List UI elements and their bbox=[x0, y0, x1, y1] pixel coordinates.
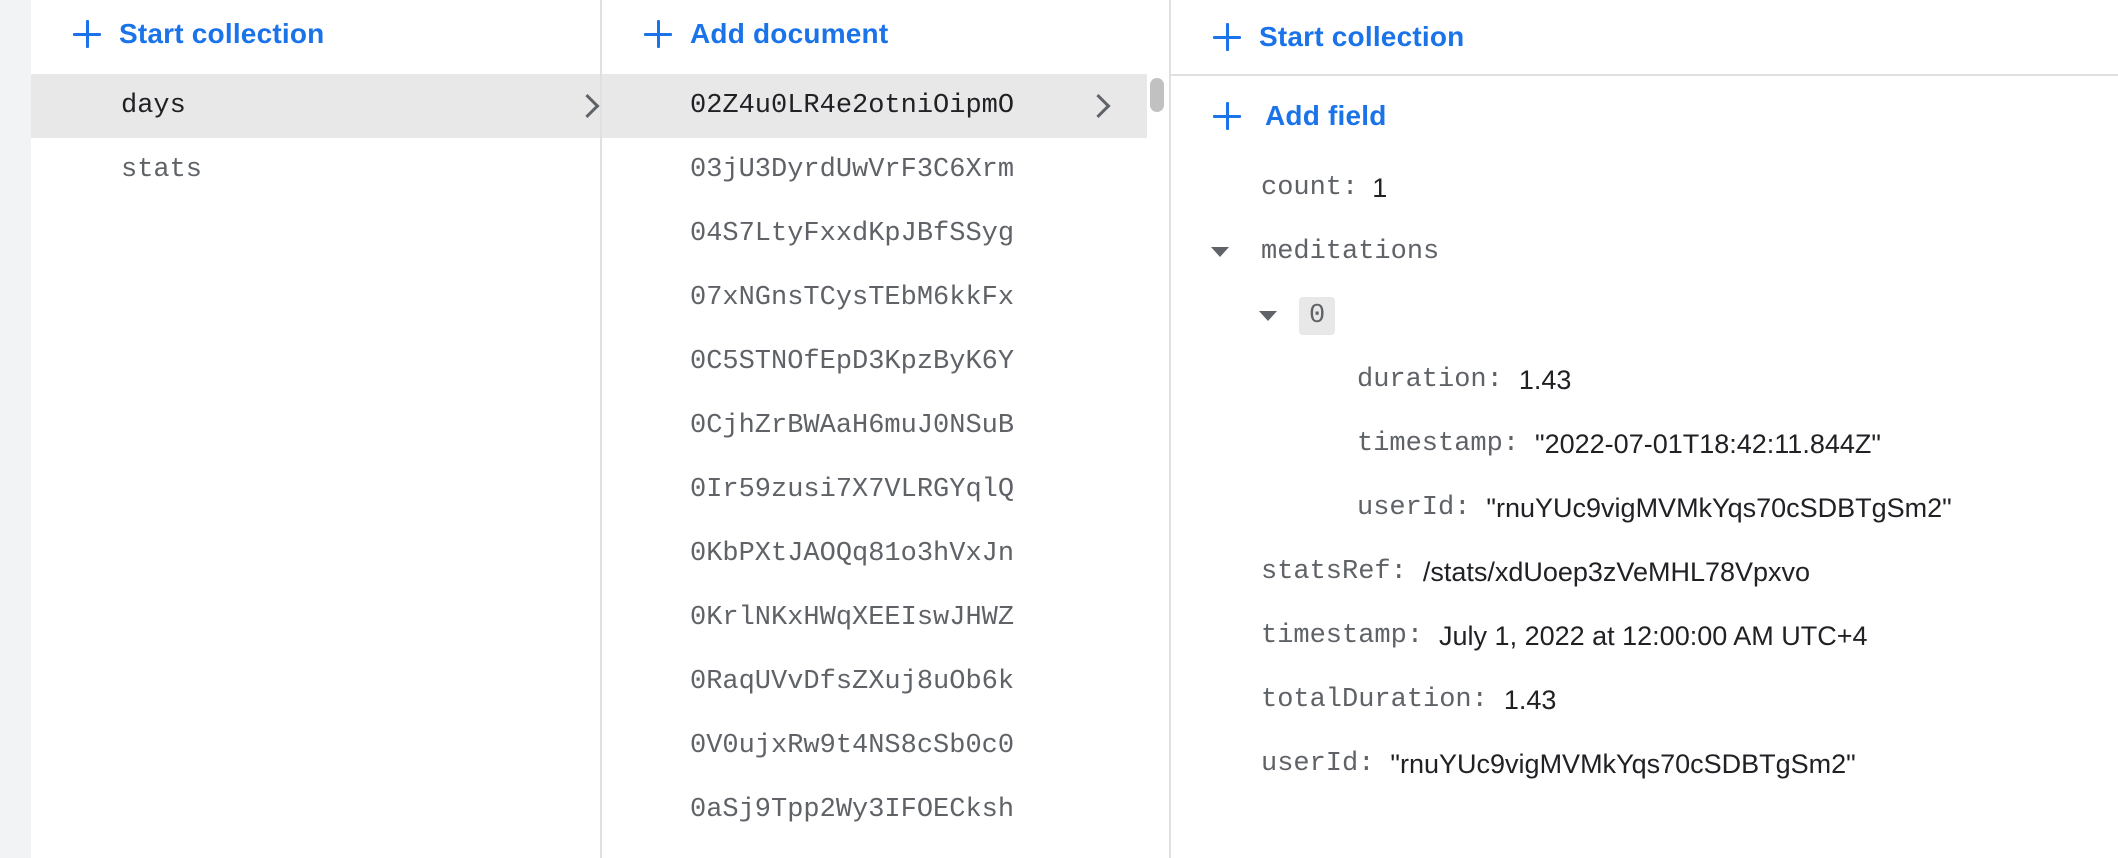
collection-list: days stats bbox=[31, 74, 600, 202]
field-key: userId: bbox=[1357, 493, 1471, 523]
field-timestamp-inner[interactable]: timestamp: "2022-07-01T18:42:11.844Z" bbox=[1357, 424, 1881, 464]
document-item[interactable]: 02Z4u0LR4e2otniOipmO bbox=[602, 74, 1147, 138]
add-document-label: Add document bbox=[690, 18, 889, 49]
field-key: statsRef: bbox=[1261, 557, 1407, 587]
document-id: 0V0ujxRw9t4NS8cSb0c0 bbox=[690, 731, 1015, 761]
document-id: 0KrlNKxHWqXEEIswJHWZ bbox=[690, 603, 1015, 633]
chevron-right-icon bbox=[575, 93, 600, 119]
field-meditations[interactable]: meditations bbox=[1211, 232, 1439, 272]
document-id: 0Ir59zusi7X7VLRGYqlQ bbox=[690, 475, 1015, 505]
plus-icon bbox=[642, 18, 674, 50]
document-id: 0RaqUVvDfsZXuj8uOb6k bbox=[690, 667, 1015, 697]
field-key: userId: bbox=[1261, 749, 1375, 779]
start-subcollection-button[interactable]: Start collection bbox=[1171, 0, 2118, 76]
field-key: timestamp: bbox=[1357, 429, 1520, 459]
field-key: duration: bbox=[1357, 365, 1503, 395]
document-id: 02Z4u0LR4e2otniOipmO bbox=[690, 91, 1015, 121]
document-item[interactable]: 07xNGnsTCysTEbM6kkFx bbox=[602, 266, 1147, 330]
document-id: 03jU3DyrdUwVrF3C6Xrm bbox=[690, 155, 1015, 185]
document-item[interactable]: 0Ir59zusi7X7VLRGYqlQ bbox=[602, 458, 1147, 522]
scrollbar-thumb[interactable] bbox=[1150, 78, 1164, 112]
document-id: 07xNGnsTCysTEbM6kkFx bbox=[690, 283, 1015, 313]
field-timestamp[interactable]: timestamp: July 1, 2022 at 12:00:00 AM U… bbox=[1261, 616, 1868, 656]
collections-panel: Start collection days stats bbox=[31, 0, 602, 858]
field-value: "rnuYUc9vigMVMkYqs70cSDBTgSm2" bbox=[1486, 492, 1952, 523]
field-totalduration[interactable]: totalDuration: 1.43 bbox=[1261, 680, 1556, 720]
document-list-scrollbar[interactable] bbox=[1147, 74, 1167, 858]
collection-item-days[interactable]: days bbox=[31, 74, 600, 138]
field-key: count: bbox=[1261, 173, 1359, 203]
field-userid[interactable]: userId: "rnuYUc9vigMVMkYqs70cSDBTgSm2" bbox=[1261, 744, 1856, 784]
document-item[interactable]: 0KbPXtJAOQq81o3hVxJn bbox=[602, 522, 1147, 586]
collection-item-label: stats bbox=[121, 155, 203, 185]
document-id: 0C5STNOfEpD3KpzByK6Y bbox=[690, 347, 1015, 377]
add-field-label: Add field bbox=[1265, 100, 1387, 131]
field-value: "2022-07-01T18:42:11.844Z" bbox=[1535, 428, 1881, 459]
document-list: 02Z4u0LR4e2otniOipmO 03jU3DyrdUwVrF3C6Xr… bbox=[602, 74, 1147, 842]
collection-item-label: days bbox=[121, 91, 186, 121]
field-value: 1.43 bbox=[1518, 364, 1572, 395]
document-id: 0CjhZrBWAaH6muJ0NSuB bbox=[690, 411, 1015, 441]
array-index-0[interactable]: 0 bbox=[1259, 296, 1336, 336]
field-value: "rnuYUc9vigMVMkYqs70cSDBTgSm2" bbox=[1390, 748, 1856, 779]
add-field-button[interactable]: Add field bbox=[1211, 86, 1387, 146]
field-value: 1.43 bbox=[1503, 684, 1557, 715]
document-id: 04S7LtyFxxdKpJBfSSyg bbox=[690, 219, 1015, 249]
document-item[interactable]: 0aSj9Tpp2Wy3IFOECksh bbox=[602, 778, 1147, 842]
document-id: 0aSj9Tpp2Wy3IFOECksh bbox=[690, 795, 1015, 825]
document-id: 0KbPXtJAOQq81o3hVxJn bbox=[690, 539, 1015, 569]
document-item[interactable]: 0RaqUVvDfsZXuj8uOb6k bbox=[602, 650, 1147, 714]
document-item[interactable]: 0C5STNOfEpD3KpzByK6Y bbox=[602, 330, 1147, 394]
plus-icon bbox=[71, 18, 103, 50]
field-value: July 1, 2022 at 12:00:00 AM UTC+4 bbox=[1439, 620, 1868, 651]
field-key: meditations bbox=[1261, 237, 1440, 267]
field-count[interactable]: count: 1 bbox=[1261, 168, 1387, 208]
document-item[interactable]: 04S7LtyFxxdKpJBfSSyg bbox=[602, 202, 1147, 266]
chevron-right-icon bbox=[1086, 93, 1111, 119]
plus-icon bbox=[1211, 100, 1243, 132]
field-key: timestamp: bbox=[1261, 621, 1424, 651]
firestore-data-viewer: Start collection days stats Add document… bbox=[0, 0, 2118, 858]
field-duration[interactable]: duration: 1.43 bbox=[1357, 360, 1571, 400]
field-value: /stats/xdUoep3zVeMHL78Vpxvo bbox=[1422, 556, 1811, 587]
document-item[interactable]: 03jU3DyrdUwVrF3C6Xrm bbox=[602, 138, 1147, 202]
field-key: totalDuration: bbox=[1261, 685, 1488, 715]
document-item[interactable]: 0V0ujxRw9t4NS8cSb0c0 bbox=[602, 714, 1147, 778]
document-item[interactable]: 0KrlNKxHWqXEEIswJHWZ bbox=[602, 586, 1147, 650]
collapse-triangle-icon[interactable] bbox=[1259, 311, 1277, 321]
field-value: 1 bbox=[1372, 172, 1388, 203]
document-item[interactable]: 0CjhZrBWAaH6muJ0NSuB bbox=[602, 394, 1147, 458]
start-collection-button[interactable]: Start collection bbox=[31, 0, 600, 68]
collection-item-stats[interactable]: stats bbox=[31, 138, 600, 202]
collapse-triangle-icon[interactable] bbox=[1211, 247, 1229, 257]
start-collection-label: Start collection bbox=[1259, 21, 1465, 52]
documents-panel: Add document 02Z4u0LR4e2otniOipmO 03jU3D… bbox=[602, 0, 1171, 858]
array-index-badge: 0 bbox=[1299, 297, 1336, 335]
document-panel: Start collection Add field count: 1 medi… bbox=[1171, 0, 2118, 858]
start-collection-label: Start collection bbox=[119, 18, 325, 49]
plus-icon bbox=[1211, 21, 1243, 53]
add-document-button[interactable]: Add document bbox=[602, 0, 1169, 68]
field-userid-inner[interactable]: userId: "rnuYUc9vigMVMkYqs70cSDBTgSm2" bbox=[1357, 488, 1952, 528]
field-statsref[interactable]: statsRef: /stats/xdUoep3zVeMHL78Vpxvo bbox=[1261, 552, 1810, 592]
